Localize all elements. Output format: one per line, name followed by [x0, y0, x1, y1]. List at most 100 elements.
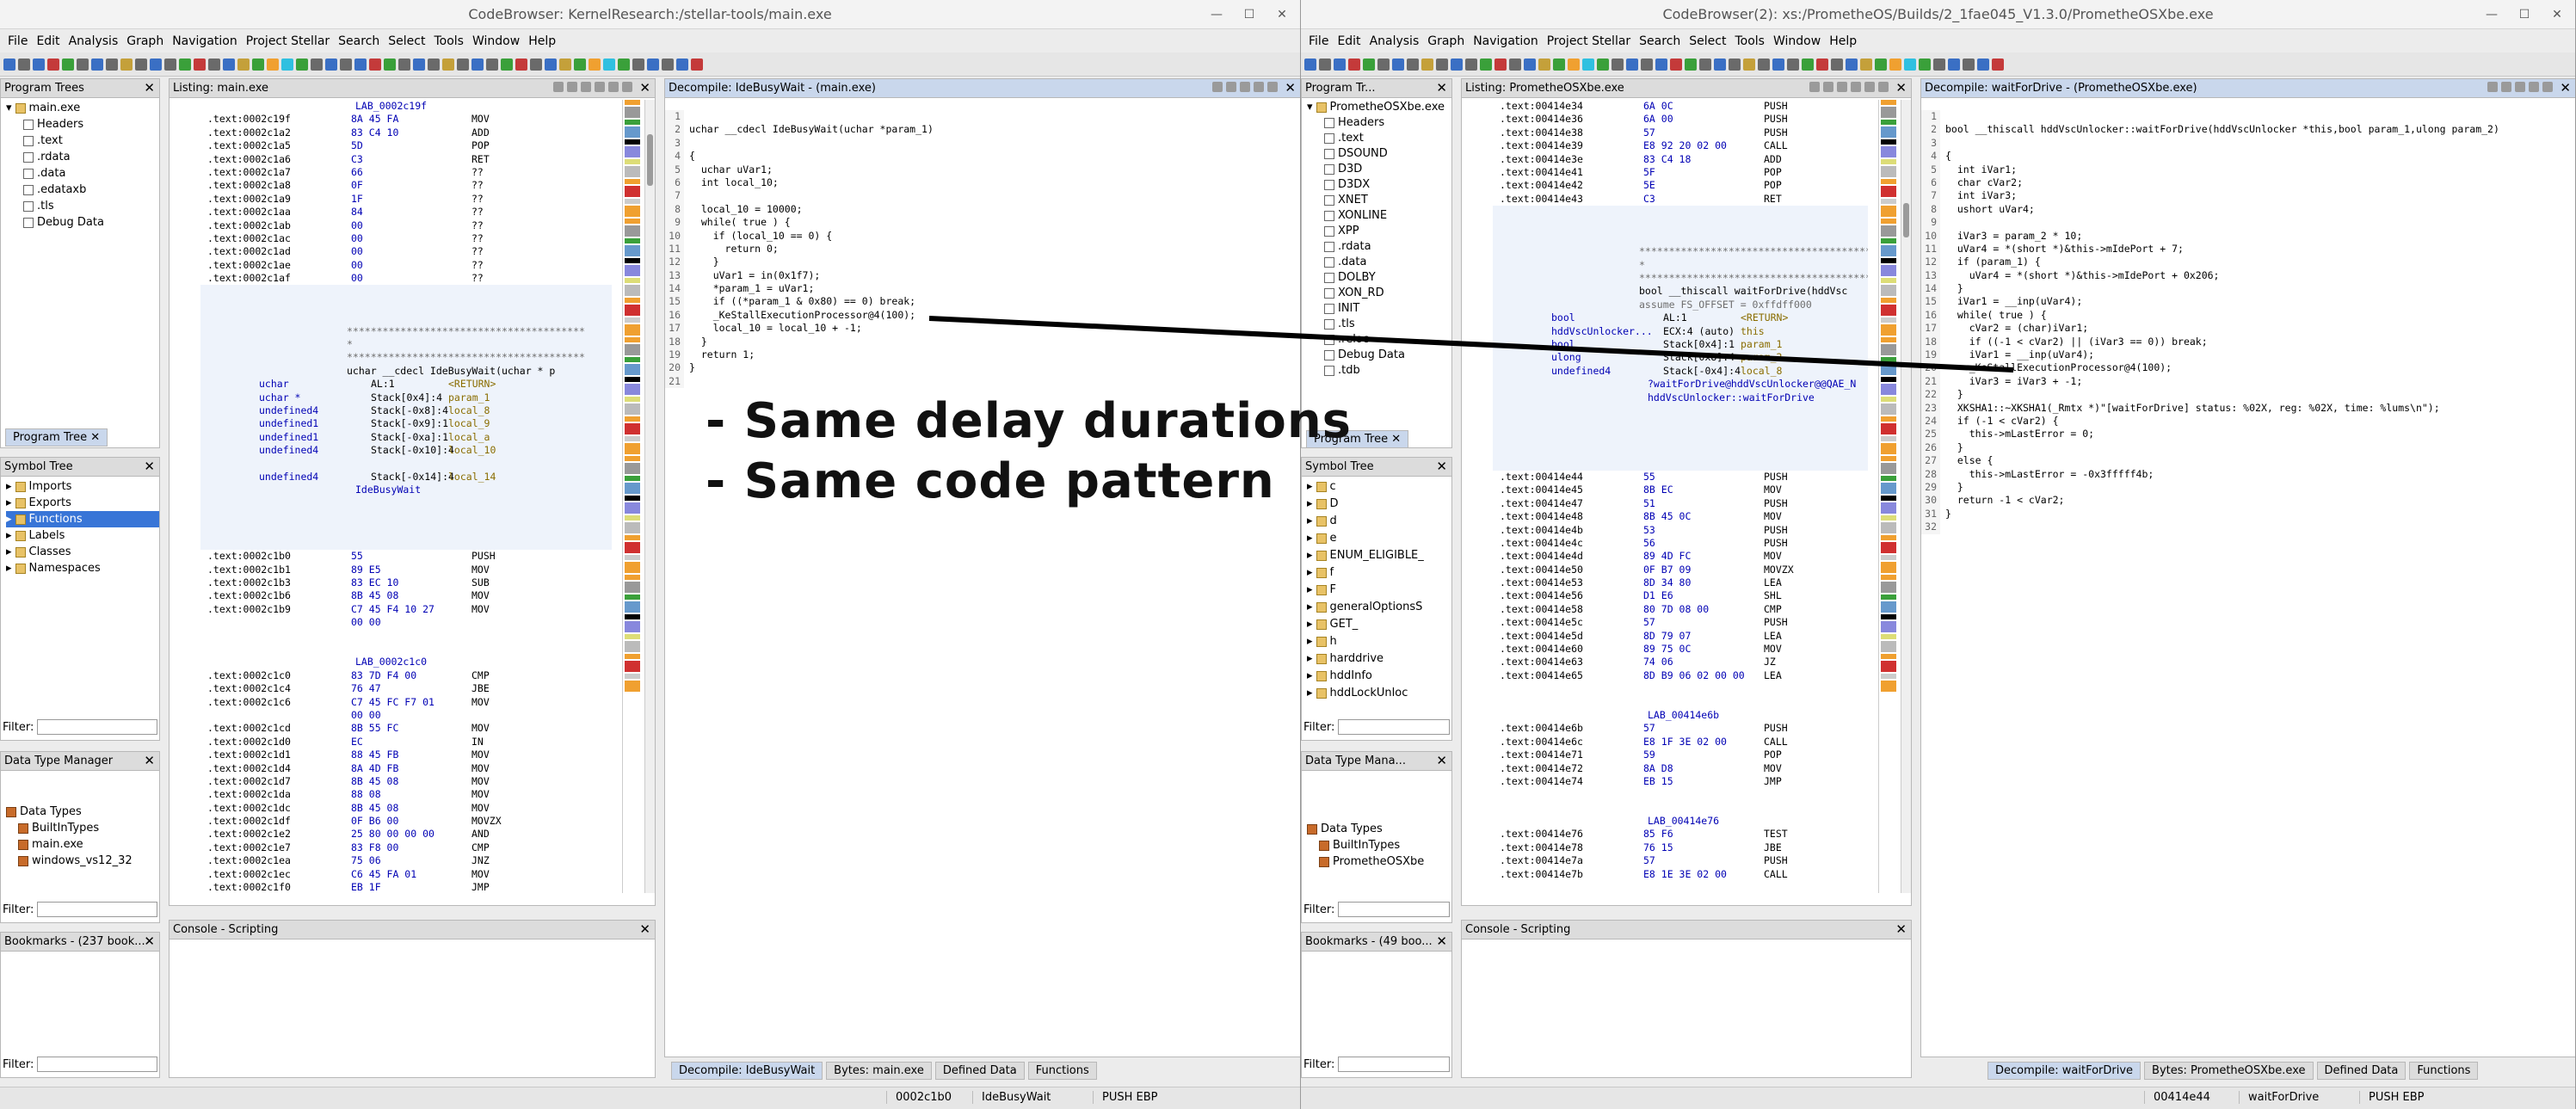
listing-row[interactable]: .text:0002c1a5 5D POP	[200, 139, 612, 152]
decompile-line[interactable]: 12 if (param_1) {	[1921, 256, 2575, 269]
listing-overview-bar[interactable]	[622, 100, 643, 893]
decompile-line[interactable]: 6 int local_10;	[665, 176, 1300, 190]
listing-row[interactable]: .text:0002c19f 8A 45 FA MOV	[200, 113, 612, 126]
program-tree-item[interactable]: D3DX	[1324, 177, 1451, 193]
listing-scrollbar[interactable]	[1901, 100, 1911, 893]
listing-row[interactable]: .text:0002c1a2 83 C4 10 ADD	[200, 126, 612, 139]
listing-row[interactable]: .text:00414e4d 89 4D FC MOV	[1493, 550, 1868, 563]
decompile-code[interactable]: 1 2 uchar __cdecl IdeBusyWait(uchar *param…	[665, 110, 1300, 389]
toolbar-icon[interactable]	[1802, 58, 1814, 71]
decompile-line[interactable]: 25 this->mLastError = 0;	[1921, 428, 2575, 441]
data-type-item[interactable]: Data Types	[6, 804, 159, 820]
toolbar-icon[interactable]	[1568, 58, 1580, 71]
toolbar-icon[interactable]	[281, 58, 293, 71]
decompile-line[interactable]: 1	[665, 110, 1300, 124]
toolbar-icon[interactable]	[384, 58, 396, 71]
decompile-line[interactable]: 27 else {	[1921, 454, 2575, 468]
listing-row[interactable]: .text:00414e39 E8 92 20 02 00 CALL	[1493, 139, 1868, 152]
toolbar-icon[interactable]	[457, 58, 469, 71]
listing-row[interactable]: .text:0002c1f0 EB 1F JMP	[200, 881, 612, 894]
toolbar-icon[interactable]	[77, 58, 89, 71]
listing-row[interactable]: .text:00414e72 8A D8 MOV	[1493, 762, 1868, 775]
listing-code[interactable]: LAB_0002c19f .text:0002c19f 8A 45 FA MOV .te…	[200, 100, 612, 905]
close-icon[interactable]: ✕	[639, 80, 650, 95]
toolbar-icon[interactable]	[1465, 58, 1477, 71]
toolbar-icon[interactable]	[501, 58, 513, 71]
decompile-line[interactable]: 10 iVar3 = param_2 * 10;	[1921, 229, 2575, 243]
listing-row[interactable]: .text:0002c1ab 00??	[200, 219, 612, 232]
listing-row[interactable]: .text:0002c1af 00??	[200, 272, 612, 285]
data-type-item[interactable]: Data Types	[1307, 821, 1451, 837]
listing-row[interactable]: .text:00414e5d 8D 79 07 LEA	[1493, 630, 1868, 643]
toolbar-icon[interactable]	[1597, 58, 1609, 71]
close-icon[interactable]: ✕	[2560, 80, 2571, 95]
listing-row[interactable]: .text:00414e5c 57 PUSH	[1493, 616, 1868, 629]
listing-row[interactable]: .text:00414e63 74 06 JZ	[1493, 656, 1868, 668]
listing-row[interactable]: .text:0002c1dc 8B 45 08 MOV	[200, 802, 612, 815]
toolbar-icon[interactable]	[267, 58, 279, 71]
decompile-line[interactable]: 32	[1921, 521, 2575, 534]
listing-row[interactable]: .text:00414e41 5F POP	[1493, 166, 1868, 179]
toolbar-icon[interactable]	[135, 58, 147, 71]
symbol-tree-item[interactable]: ▸ Namespaces	[6, 560, 159, 576]
tree-root[interactable]: ▾ PrometheOSXbe.exe	[1307, 100, 1451, 115]
toolbar-icon[interactable]	[471, 58, 484, 71]
toolbar-icon[interactable]	[208, 58, 220, 71]
toolbar-icon[interactable]	[18, 58, 30, 71]
filter-input[interactable]	[37, 902, 157, 917]
listing-row[interactable]: .text:00414e44 55 PUSH	[1493, 471, 1868, 484]
program-tree-item[interactable]: DOLBY	[1324, 270, 1451, 286]
symbol-tree-item[interactable]: ▸ d	[1307, 513, 1451, 530]
symbol-tree-item[interactable]: ▸ Functions	[6, 511, 159, 527]
menu-item[interactable]: File	[1304, 34, 1333, 48]
listing-row[interactable]: .text:00414e56 D1 E6 SHL	[1493, 589, 1868, 602]
symbol-tree-item[interactable]: ▸ hddLockUnloc	[1307, 685, 1451, 702]
decompile-line[interactable]: 19 iVar1 = __inp(uVar4);	[1921, 348, 2575, 362]
close-icon[interactable]: ✕	[1273, 5, 1291, 24]
toolbar-icon[interactable]	[632, 58, 644, 71]
listing-row[interactable]: .text:0002c1d4 8A 4D FB MOV	[200, 762, 612, 775]
decompile-line[interactable]: 23 XKSHA1::~XKSHA1(_Rmtx *)"[waitForDriv…	[1921, 401, 2575, 415]
close-icon[interactable]: ✕	[1436, 80, 1447, 95]
expand-icon[interactable]: ▸	[1307, 616, 1313, 633]
minimize-icon[interactable]: —	[2482, 5, 2501, 24]
decompile-line[interactable]: 18 }	[665, 335, 1300, 349]
toolbar-icon[interactable]	[1948, 58, 1960, 71]
toolbar-icon[interactable]	[1524, 58, 1536, 71]
decompile-line[interactable]: 20}	[665, 361, 1300, 375]
toolbar-icon[interactable]	[1392, 58, 1404, 71]
listing-row[interactable]: .text:0002c1c4 76 47 JBE	[200, 682, 612, 695]
tool-tab[interactable]: Decompile: IdeBusyWait	[671, 1061, 823, 1080]
decompile-line[interactable]: 5 uchar uVar1;	[665, 163, 1300, 176]
decompile-line[interactable]: 15 if ((*param_1 & 0x80) == 0) break;	[665, 295, 1300, 309]
program-tree-item[interactable]: .data	[1324, 255, 1451, 270]
listing-row[interactable]: .text:00414e42 5E POP	[1493, 179, 1868, 192]
filter-input[interactable]	[37, 1057, 157, 1072]
toolbar-icon[interactable]	[1963, 58, 1975, 71]
decompile-line[interactable]: 31}	[1921, 507, 2575, 521]
decompile-line[interactable]: 4{	[1921, 150, 2575, 163]
listing-row[interactable]: .text:00414e71 59 POP	[1493, 749, 1868, 761]
program-tree-item[interactable]: Headers	[23, 116, 159, 132]
menu-item[interactable]: Select	[384, 34, 429, 48]
toolbar-icon[interactable]	[1377, 58, 1390, 71]
toolbar-icon[interactable]	[1509, 58, 1521, 71]
toolbar-icon[interactable]	[354, 58, 367, 71]
listing-row[interactable]: .text:00414e76 85 F6 TEST	[1493, 828, 1868, 841]
toolbar-icon[interactable]	[428, 58, 440, 71]
listing-row[interactable]: .text:00414e74 EB 15 JMP	[1493, 775, 1868, 788]
symbol-tree-item[interactable]: ▸ Classes	[6, 544, 159, 560]
symbol-tree-item[interactable]: ▸ Exports	[6, 495, 159, 511]
decompile-line[interactable]: 7 int iVar3;	[1921, 189, 2575, 203]
tool-tab[interactable]: Decompile: waitForDrive	[1987, 1061, 2142, 1080]
toolbar-icon[interactable]	[1407, 58, 1419, 71]
decompile-line[interactable]: 17 local_10 = local_10 + -1;	[665, 322, 1300, 336]
toolbar-icon[interactable]	[1875, 58, 1887, 71]
listing-row[interactable]: .text:0002c1d1 88 45 FB MOV	[200, 749, 612, 761]
expand-icon[interactable]: ▸	[1307, 582, 1313, 599]
listing-row[interactable]: .text:0002c1a6 C3 RET	[200, 153, 612, 166]
close-icon[interactable]: ✕	[1436, 753, 1447, 768]
toolbar-icon[interactable]	[340, 58, 352, 71]
listing-row[interactable]: .text:0002c1df 0F B6 00 MOVZX	[200, 815, 612, 828]
decompile-line[interactable]: 9 while( true ) {	[665, 216, 1300, 230]
